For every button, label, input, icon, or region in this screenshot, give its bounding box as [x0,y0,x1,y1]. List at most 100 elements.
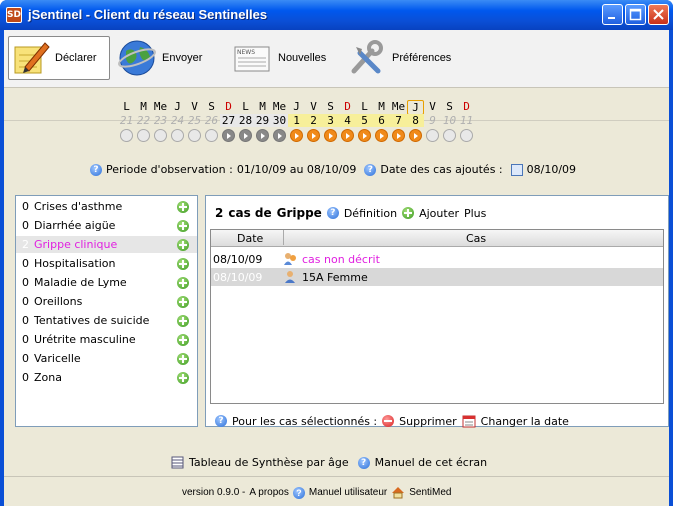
calendar-date[interactable]: 26 [203,114,220,127]
table-icon[interactable] [171,456,184,469]
day-status-icon[interactable] [256,129,269,142]
calendar-date[interactable]: 7 [390,114,407,127]
calendar-date[interactable]: 10 [441,114,458,127]
calendar-date[interactable]: 30 [271,114,288,127]
manuel-utilisateur-link[interactable]: Manuel utilisateur [309,487,387,498]
disease-item[interactable]: 0 Varicelle [16,350,197,367]
add-icon[interactable] [402,207,415,219]
calendar-date[interactable]: 23 [152,114,169,127]
synthese-link[interactable]: Tableau de Synthèse par âge [189,456,349,469]
calendar-date[interactable]: 4 [339,114,356,127]
changer-date-button[interactable]: Changer la date [481,415,569,428]
calendar-date[interactable]: 25 [186,114,203,127]
sentimed-link[interactable]: SentiMed [409,487,451,498]
day-status-icon[interactable] [426,129,439,142]
calendar-date[interactable]: 9 [424,114,441,127]
disease-item[interactable]: 0 Diarrhée aigüe [16,217,197,234]
day-status-icon[interactable] [273,129,286,142]
delete-icon[interactable] [382,415,395,427]
add-case-icon[interactable] [177,200,189,213]
envoyer-button[interactable]: Envoyer [116,36,226,80]
disease-item[interactable]: 2 Grippe clinique [16,236,197,253]
day-status-icon[interactable] [460,129,473,142]
added-date-value[interactable]: 08/10/09 [527,163,576,176]
add-case-icon[interactable] [177,333,189,346]
day-status-icon[interactable] [222,129,235,142]
disease-item[interactable]: 0 Urétrite masculine [16,331,197,348]
calendar-date[interactable]: 29 [254,114,271,127]
add-case-icon[interactable] [177,257,189,270]
apropos-link[interactable]: A propos [249,487,288,498]
declarer-button[interactable]: Déclarer [8,36,110,80]
disease-item[interactable]: 0 Maladie de Lyme [16,274,197,291]
calendar-date[interactable]: 27 [220,114,237,127]
day-status-icon[interactable] [341,129,354,142]
calendar-day-label: J [293,100,300,113]
calendar-date[interactable]: 2 [305,114,322,127]
add-case-icon[interactable] [177,314,189,327]
help-icon[interactable]: ? [215,415,227,427]
day-status-icon[interactable] [443,129,456,142]
help-icon[interactable]: ? [357,456,370,469]
calendar-date[interactable]: 22 [135,114,152,127]
calendar-date[interactable]: 6 [373,114,390,127]
preferences-button[interactable]: Préférences [346,36,476,80]
col-cas-header[interactable]: Cas [466,232,486,245]
calendar-date[interactable]: 11 [458,114,475,127]
disease-item[interactable]: 0 Tentatives de suicide [16,312,197,329]
table-row[interactable]: 08/10/09 15A Femme [211,268,663,286]
day-status-icon[interactable] [137,129,150,142]
supprimer-button[interactable]: Supprimer [399,415,457,428]
title-bar[interactable]: SD jSentinel - Client du réseau Sentinel… [0,0,673,30]
day-status-icon[interactable] [171,129,184,142]
day-status-icon[interactable] [307,129,320,142]
nouvelles-button[interactable]: NEWS Nouvelles [232,36,342,80]
add-case-icon[interactable] [177,352,189,365]
disease-label: Crises d'asthme [34,200,123,213]
disease-item[interactable]: 0 Hospitalisation [16,255,197,272]
day-status-icon[interactable] [120,129,133,142]
day-status-icon[interactable] [290,129,303,142]
day-status-icon[interactable] [239,129,252,142]
disease-item[interactable]: 0 Oreillons [16,293,197,310]
day-status-icon[interactable] [188,129,201,142]
col-date-header[interactable]: Date [237,232,263,245]
add-case-icon[interactable] [177,238,189,251]
calendar-date[interactable]: 3 [322,114,339,127]
minimize-button[interactable] [602,4,623,25]
calendar-date[interactable]: 8 [407,114,424,127]
calendar-date[interactable]: 5 [356,114,373,127]
help-icon[interactable]: ? [292,486,305,499]
home-icon[interactable] [391,486,405,499]
day-status-icon[interactable] [375,129,388,142]
calendar-icon[interactable] [510,163,523,176]
day-status-icon[interactable] [392,129,405,142]
day-status-icon[interactable] [324,129,337,142]
envoyer-label: Envoyer [162,52,203,64]
help-icon[interactable]: ? [90,163,102,176]
calendar-date-icon[interactable] [462,414,476,428]
ajouter-link[interactable]: Ajouter [419,207,459,220]
add-case-icon[interactable] [177,371,189,384]
plus-link[interactable]: Plus [464,207,486,220]
add-case-icon[interactable] [177,276,189,289]
add-case-icon[interactable] [177,219,189,232]
calendar-date[interactable]: 1 [288,114,305,127]
disease-item[interactable]: 0 Zona [16,369,197,386]
disease-item[interactable]: 0 Crises d'asthme [16,198,197,215]
table-row[interactable]: 08/10/09 cas non décrit [211,250,663,268]
maximize-button[interactable] [625,4,646,25]
calendar-date[interactable]: 21 [118,114,135,127]
day-status-icon[interactable] [205,129,218,142]
help-icon[interactable]: ? [326,207,339,219]
definition-link[interactable]: Définition [344,207,397,220]
calendar-date[interactable]: 28 [237,114,254,127]
calendar-date[interactable]: 24 [169,114,186,127]
day-status-icon[interactable] [154,129,167,142]
close-button[interactable] [648,4,669,25]
day-status-icon[interactable] [358,129,371,142]
help-icon[interactable]: ? [364,163,377,176]
add-case-icon[interactable] [177,295,189,308]
manuel-ecran-link[interactable]: Manuel de cet écran [375,456,487,469]
day-status-icon[interactable] [409,129,422,142]
